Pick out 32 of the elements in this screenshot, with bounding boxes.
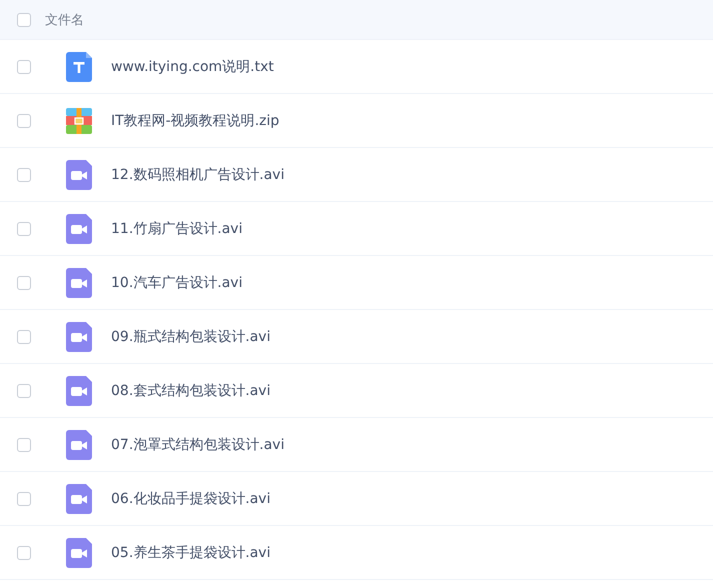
checkbox[interactable] (17, 330, 31, 344)
file-name[interactable]: 11.竹扇广告设计.avi (111, 220, 242, 238)
video-file-icon (66, 322, 92, 352)
checkbox[interactable] (17, 492, 31, 506)
checkbox[interactable] (17, 12, 31, 26)
file-name[interactable]: www.itying.com说明.txt (111, 58, 274, 76)
file-name[interactable]: 06.化妆品手提袋设计.avi (111, 490, 270, 508)
video-file-icon (66, 268, 92, 298)
video-file-icon (66, 484, 92, 514)
video-file-icon (66, 160, 92, 190)
file-name[interactable]: 10.汽车广告设计.avi (111, 274, 242, 292)
checkbox[interactable] (17, 384, 31, 398)
file-name[interactable]: 12.数码照相机广告设计.avi (111, 166, 284, 184)
checkbox[interactable] (17, 60, 31, 74)
video-file-icon (66, 430, 92, 460)
file-name[interactable]: 05.养生茶手提袋设计.avi (111, 544, 270, 562)
checkbox[interactable] (17, 114, 31, 128)
video-file-icon (66, 214, 92, 244)
file-name[interactable]: IT教程网-视频教程说明.zip (111, 112, 280, 130)
video-file-icon (66, 538, 92, 568)
file-name[interactable]: 09.瓶式结构包装设计.avi (111, 328, 270, 346)
checkbox[interactable] (17, 438, 31, 452)
archive-file-icon (66, 108, 92, 134)
column-header: 文件名 (45, 12, 84, 28)
text-file-icon (66, 52, 92, 82)
file-name[interactable]: 08.套式结构包装设计.avi (111, 382, 270, 400)
file-name[interactable]: 07.泡罩式结构包装设计.avi (111, 436, 284, 454)
checkbox[interactable] (17, 222, 31, 236)
checkbox[interactable] (17, 546, 31, 560)
checkbox[interactable] (17, 168, 31, 182)
video-file-icon (66, 376, 92, 406)
checkbox[interactable] (17, 276, 31, 290)
